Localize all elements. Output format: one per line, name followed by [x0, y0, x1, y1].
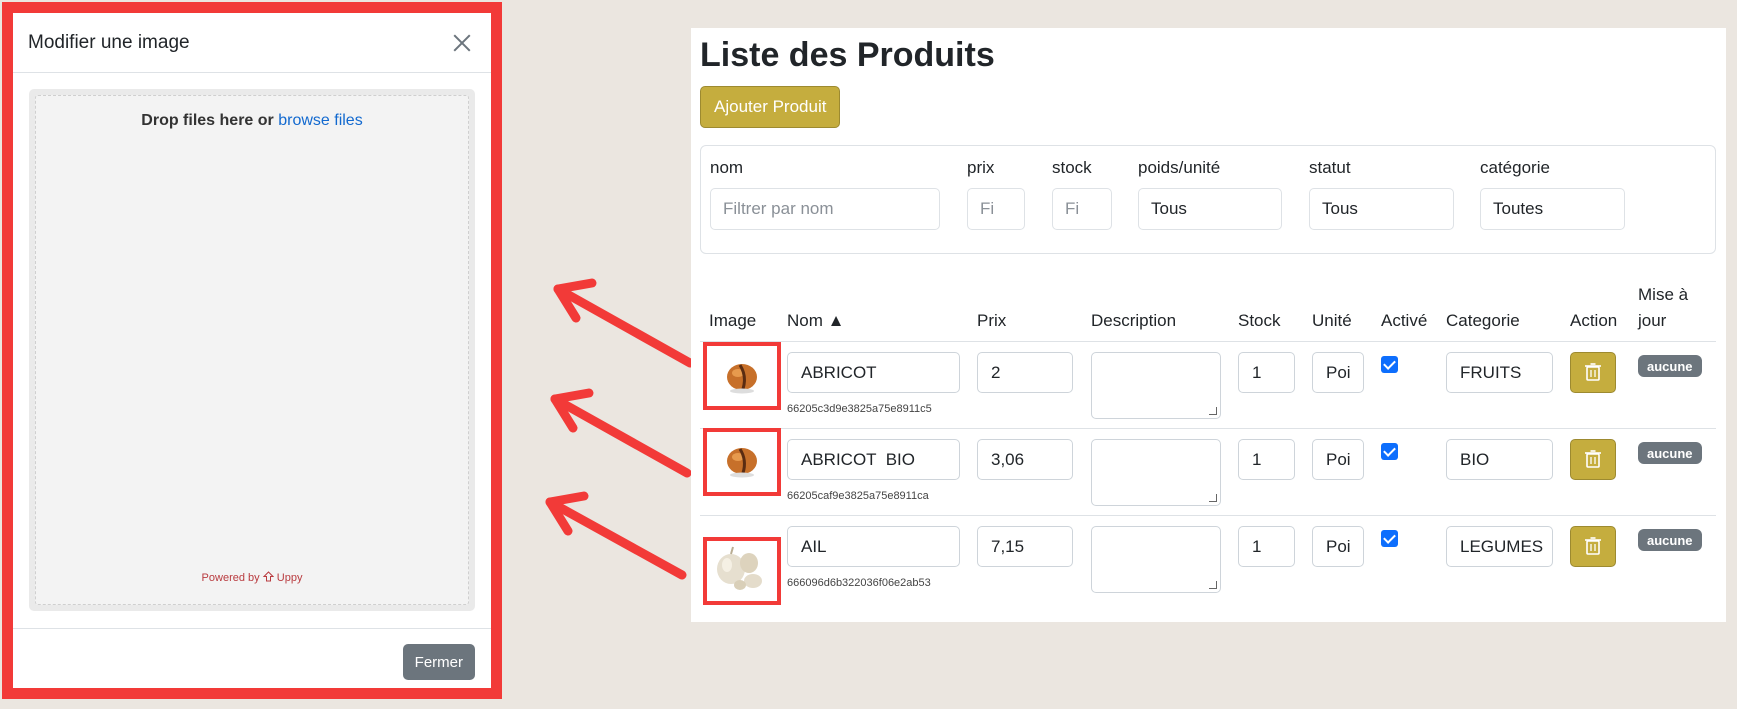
- product-category-input[interactable]: BIO: [1446, 439, 1553, 480]
- filter-stock-input[interactable]: Fi: [1052, 188, 1112, 230]
- filter-label-stock: stock: [1052, 158, 1092, 177]
- product-unit-input[interactable]: Poi: [1312, 439, 1364, 480]
- filter-name-group: nom Filtrer par nom: [710, 158, 940, 230]
- arrow-1: [553, 278, 695, 368]
- modal-footer: Fermer: [13, 628, 491, 688]
- filter-unit-select[interactable]: Tous: [1138, 188, 1282, 230]
- product-unit-input[interactable]: Poi: [1312, 352, 1364, 393]
- modal-title: Modifier une image: [28, 31, 190, 53]
- product-description-textarea[interactable]: [1091, 352, 1221, 419]
- product-description-textarea[interactable]: [1091, 526, 1221, 593]
- update-badge: aucune: [1638, 355, 1702, 377]
- delete-button[interactable]: [1570, 526, 1616, 567]
- uppy-dashboard: Drop files here or browse files Powered …: [29, 89, 475, 611]
- powered-by-uppy[interactable]: Powered by Uppy: [36, 571, 468, 584]
- browse-files-link[interactable]: browse files: [278, 112, 362, 129]
- col-stock: Stock: [1238, 311, 1281, 330]
- product-id: 66205c3d9e3825a75e8911c5: [787, 403, 932, 415]
- close-icon[interactable]: [449, 30, 475, 56]
- col-active: Activé: [1381, 311, 1428, 330]
- filter-label-category: catégorie: [1480, 158, 1550, 177]
- edit-image-modal: Modifier une image Drop files here or br…: [2, 2, 502, 699]
- col-update-line2: jour: [1638, 311, 1667, 330]
- filter-price-group: prix Fi: [967, 158, 1025, 230]
- product-price-input[interactable]: 7,15: [977, 526, 1073, 567]
- col-price: Prix: [977, 311, 1007, 330]
- modal-header: Modifier une image: [13, 13, 491, 73]
- product-thumbnail[interactable]: [703, 428, 781, 496]
- page-title: Liste des Produits: [700, 36, 995, 74]
- product-thumbnail[interactable]: [703, 537, 781, 605]
- arrow-3: [545, 491, 687, 580]
- close-button[interactable]: Fermer: [402, 644, 475, 680]
- active-checkbox[interactable]: [1381, 443, 1398, 460]
- filter-bar: nom Filtrer par nom prix Fi stock Fi poi…: [700, 145, 1716, 254]
- uppy-logo-icon: [262, 571, 274, 582]
- table-divider: [700, 428, 1716, 429]
- garlic-image: [717, 546, 762, 590]
- product-category-input[interactable]: FRUITS: [1446, 352, 1553, 393]
- filter-category-select[interactable]: Toutes: [1480, 188, 1625, 230]
- filter-label-name: nom: [710, 158, 744, 177]
- trash-icon: [1585, 450, 1601, 468]
- active-checkbox[interactable]: [1381, 356, 1398, 373]
- update-badge: aucune: [1638, 442, 1702, 464]
- product-stock-input[interactable]: 1: [1238, 526, 1295, 567]
- product-id: 66205caf9e3825a75e8911ca: [787, 490, 929, 502]
- col-category: Categorie: [1446, 311, 1520, 330]
- table-divider: [700, 341, 1716, 342]
- powered-by-text: Powered by: [201, 572, 260, 584]
- filter-label-status: statut: [1309, 158, 1351, 177]
- file-drop-zone[interactable]: Drop files here or browse files Powered …: [35, 95, 469, 605]
- product-unit-input[interactable]: Poi: [1312, 526, 1364, 567]
- active-checkbox[interactable]: [1381, 530, 1398, 547]
- arrow-2: [550, 388, 692, 478]
- product-list-panel: Liste des Produits Ajouter Produit nom F…: [691, 28, 1726, 622]
- col-action: Action: [1570, 311, 1618, 330]
- uppy-brand: Uppy: [276, 572, 303, 584]
- filter-category-group: catégorie Toutes: [1480, 158, 1625, 230]
- col-image: Image: [709, 311, 757, 330]
- product-name-input[interactable]: ABRICOT BIO: [787, 439, 960, 480]
- col-update-line1: Mise à: [1638, 285, 1689, 304]
- col-unit: Unité: [1312, 311, 1352, 330]
- filter-label-price: prix: [967, 158, 995, 177]
- product-name-input[interactable]: AIL: [787, 526, 960, 567]
- filter-price-input[interactable]: Fi: [967, 188, 1025, 230]
- apricot-image: [727, 448, 757, 478]
- filter-status-select[interactable]: Tous: [1309, 188, 1454, 230]
- product-description-textarea[interactable]: [1091, 439, 1221, 506]
- product-stock-input[interactable]: 1: [1238, 439, 1295, 480]
- product-stock-input[interactable]: 1: [1238, 352, 1295, 393]
- trash-icon: [1585, 363, 1601, 381]
- trash-icon: [1585, 537, 1601, 555]
- filter-label-unit: poids/unité: [1138, 158, 1221, 177]
- drop-instructions: Drop files here or browse files: [36, 112, 468, 130]
- update-badge: aucune: [1638, 529, 1702, 551]
- delete-button[interactable]: [1570, 352, 1616, 393]
- filter-stock-group: stock Fi: [1052, 158, 1112, 230]
- filter-name-input[interactable]: Filtrer par nom: [710, 188, 940, 230]
- col-description: Description: [1091, 311, 1177, 330]
- filter-unit-group: poids/unité Tous: [1138, 158, 1282, 230]
- add-product-button[interactable]: Ajouter Produit: [700, 86, 841, 128]
- apricot-image: [727, 364, 757, 394]
- product-id: 666096d6b322036f06e2ab53: [787, 577, 931, 589]
- product-name-input[interactable]: ABRICOT: [787, 352, 960, 393]
- product-thumbnail[interactable]: [703, 342, 781, 410]
- product-category-input[interactable]: LEGUMES: [1446, 526, 1553, 567]
- drop-text: Drop files here or: [141, 112, 274, 129]
- col-name-sortable[interactable]: Nom ▲: [787, 311, 844, 331]
- delete-button[interactable]: [1570, 439, 1616, 480]
- filter-status-group: statut Tous: [1309, 158, 1454, 230]
- table-divider: [700, 515, 1716, 516]
- product-price-input[interactable]: 2: [977, 352, 1073, 393]
- product-price-input[interactable]: 3,06: [977, 439, 1073, 480]
